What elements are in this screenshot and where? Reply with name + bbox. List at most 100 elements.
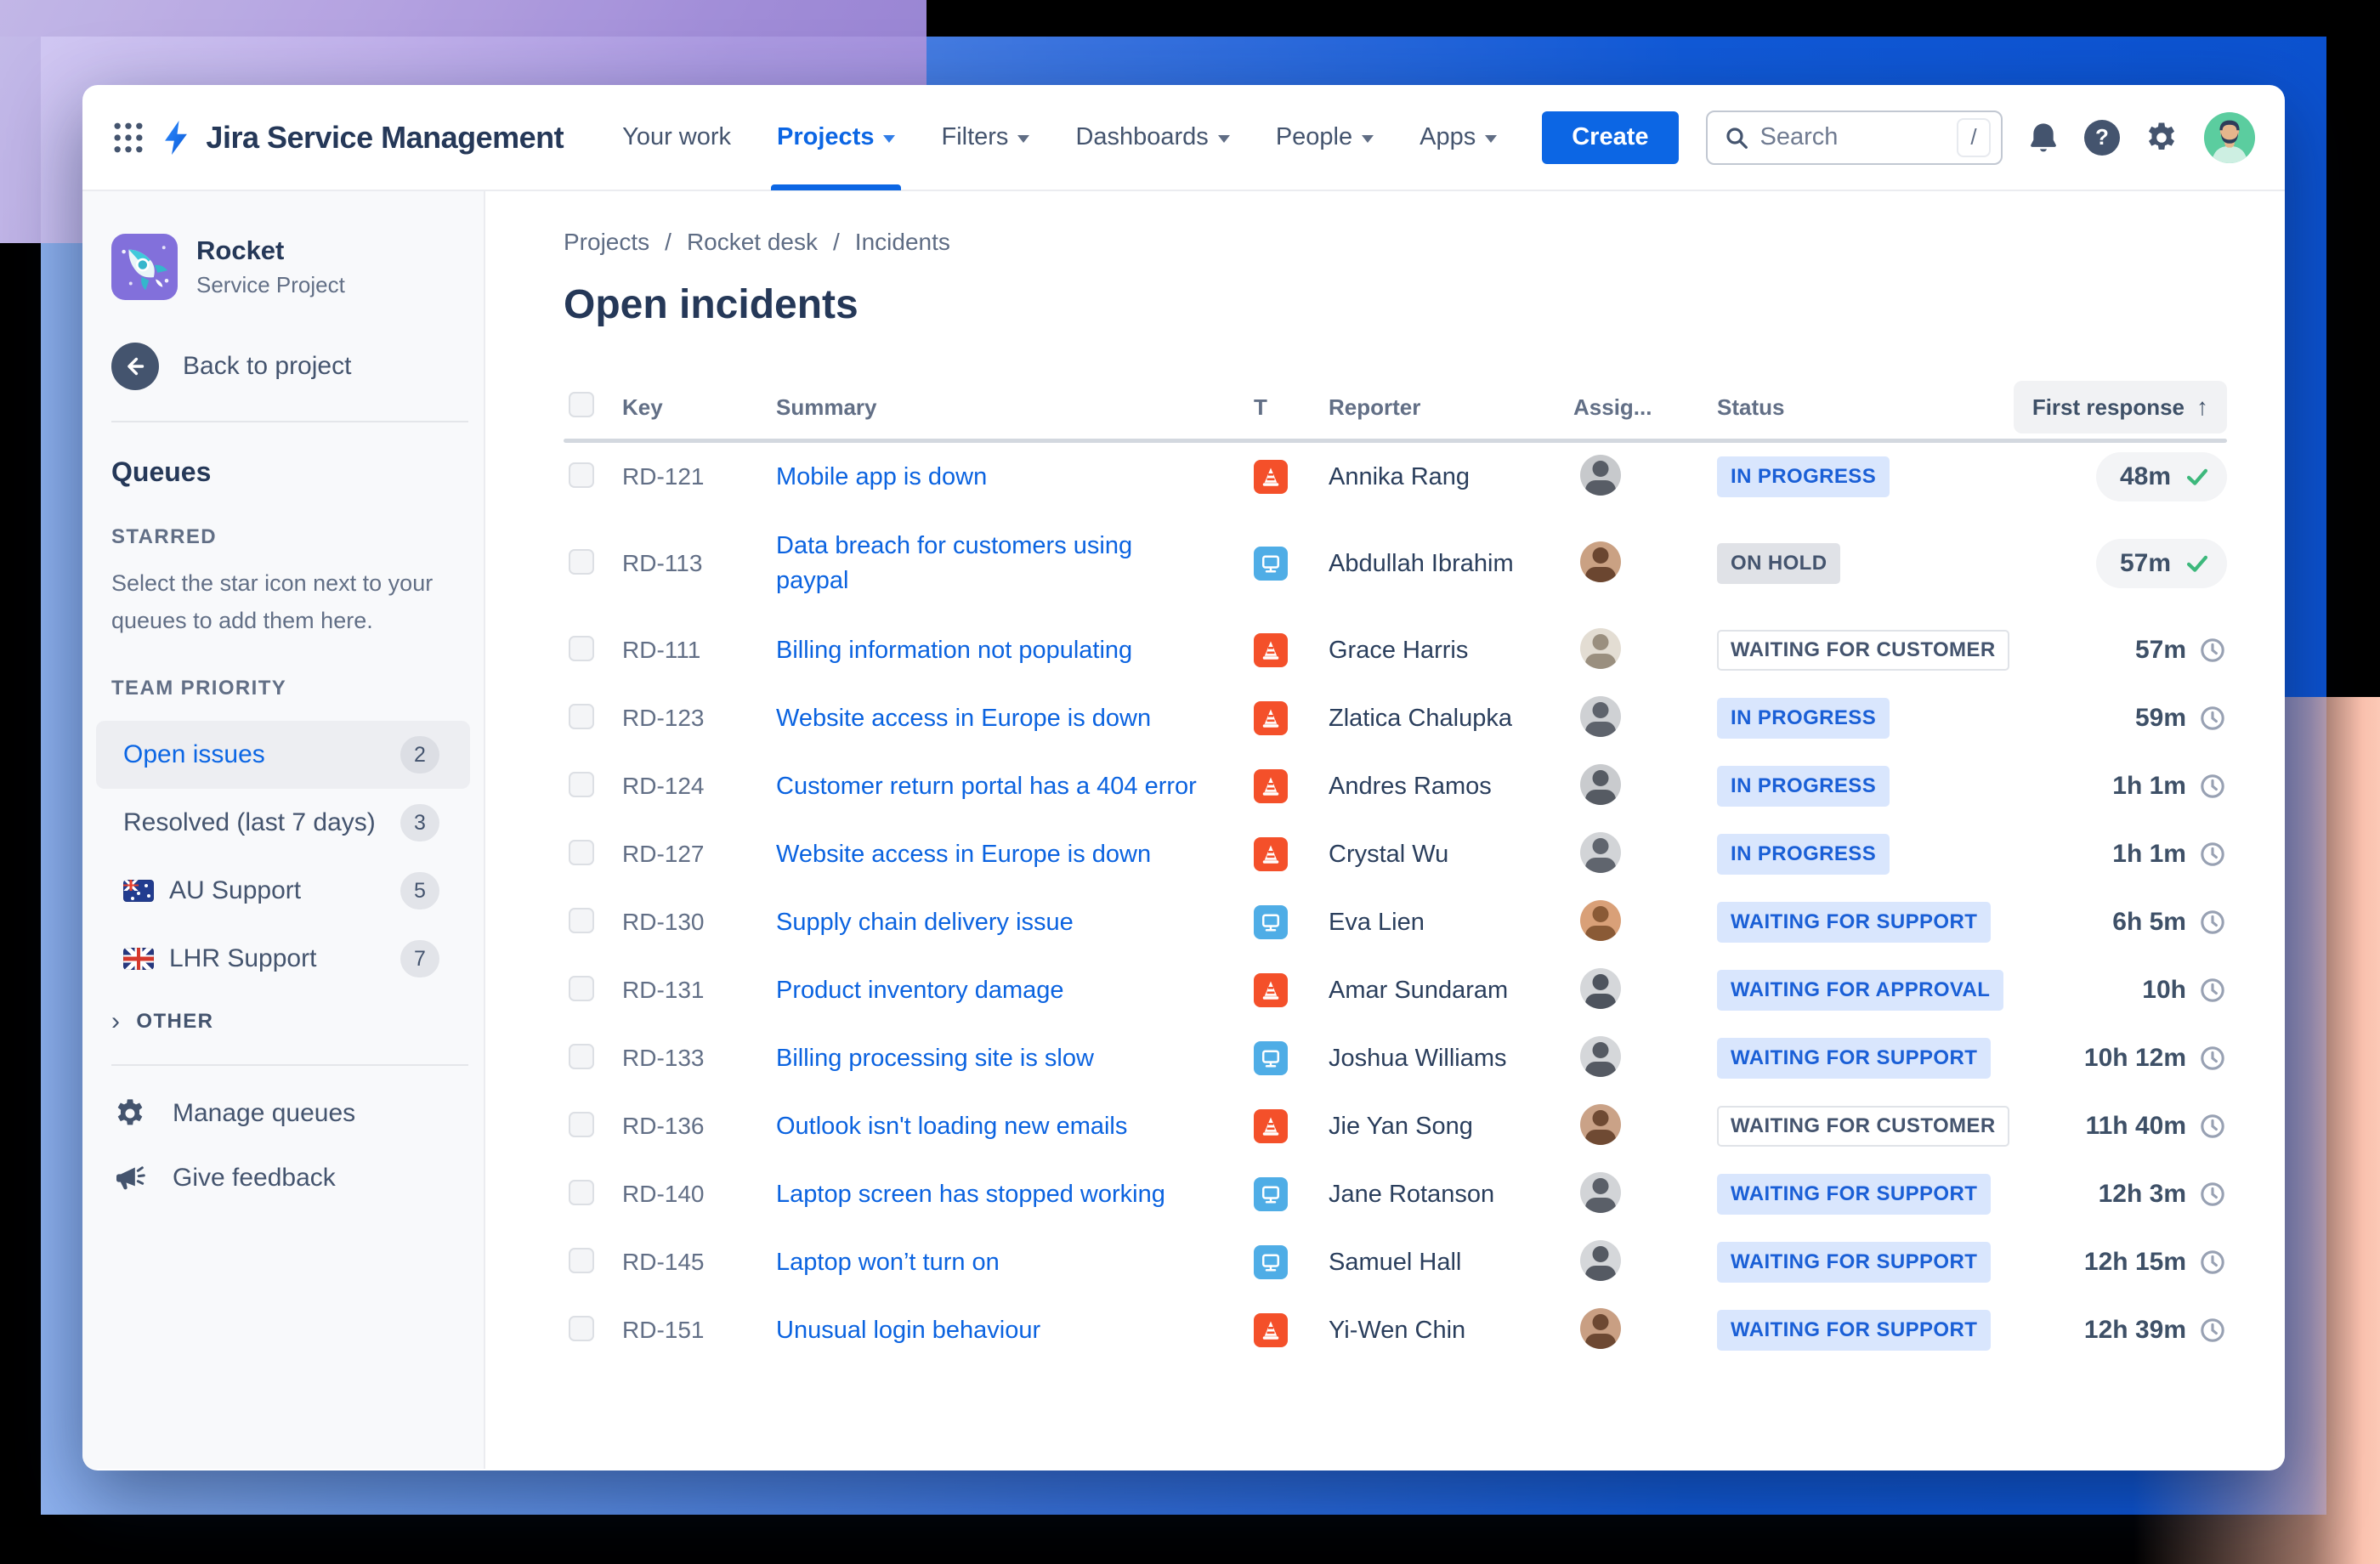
project-header: Rocket Service Project <box>111 234 468 300</box>
sidebar-item-open-issues[interactable]: Open issues 2 <box>96 721 470 789</box>
incident-cone-icon <box>1262 845 1279 864</box>
table-header-row: Key Summary T Reporter Assig... Status F… <box>564 376 2227 439</box>
issue-summary-link[interactable]: Product inventory damage <box>776 973 1064 1008</box>
table-row[interactable]: RD-136 Outlook isn't loading new emails … <box>564 1092 2227 1160</box>
issue-summary-link[interactable]: Mobile app is down <box>776 460 987 495</box>
search-shortcut-key: / <box>1957 117 1991 157</box>
breadcrumb-projects[interactable]: Projects <box>564 229 649 256</box>
breadcrumb-incidents[interactable]: Incidents <box>855 229 950 256</box>
first-response-time: 12h 3m <box>2098 1180 2186 1208</box>
assignee-avatar[interactable] <box>1580 1171 1621 1213</box>
assignee-avatar[interactable] <box>1580 1035 1621 1077</box>
table-row[interactable]: RD-145 Laptop won’t turn on Samuel Hall … <box>564 1228 2227 1296</box>
row-checkbox[interactable] <box>569 839 594 865</box>
row-checkbox[interactable] <box>569 1111 594 1137</box>
clock-icon <box>2201 842 2224 866</box>
assignee-avatar[interactable] <box>1580 541 1621 582</box>
table-row[interactable]: RD-121 Mobile app is down Annika Rang IN… <box>564 443 2227 511</box>
assignee-avatar[interactable] <box>1580 1307 1621 1349</box>
sort-ascending-icon: ↑ <box>2196 394 2208 420</box>
issue-summary-link[interactable]: Laptop screen has stopped working <box>776 1177 1165 1212</box>
search-input[interactable]: Search / <box>1705 110 2003 165</box>
app-switcher-icon[interactable] <box>108 116 148 160</box>
column-header-summary[interactable]: Summary <box>776 394 1254 421</box>
row-checkbox[interactable] <box>569 1043 594 1069</box>
issue-summary-link[interactable]: Data breach for customers using paypal <box>776 529 1142 598</box>
select-all-checkbox[interactable] <box>569 391 594 417</box>
notifications-bell-icon[interactable] <box>2026 121 2060 155</box>
issue-summary-link[interactable]: Supply chain delivery issue <box>776 905 1074 940</box>
issue-summary-link[interactable]: Website access in Europe is down <box>776 701 1151 736</box>
issue-summary-link[interactable]: Website access in Europe is down <box>776 837 1151 872</box>
service-request-monitor-icon <box>1262 1050 1279 1068</box>
nav-apps[interactable]: Apps <box>1397 85 1520 190</box>
assignee-avatar[interactable] <box>1580 454 1621 496</box>
table-row[interactable]: RD-140 Laptop screen has stopped working… <box>564 1160 2227 1228</box>
column-header-assignee[interactable]: Assig... <box>1573 394 1717 421</box>
assignee-avatar[interactable] <box>1580 1103 1621 1145</box>
row-checkbox[interactable] <box>569 703 594 729</box>
nav-projects[interactable]: Projects <box>754 85 918 190</box>
column-header-first-response[interactable]: First response ↑ <box>2013 381 2227 434</box>
assignee-avatar[interactable] <box>1580 831 1621 873</box>
table-row[interactable]: RD-151 Unusual login behaviour Yi-Wen Ch… <box>564 1296 2227 1364</box>
create-button[interactable]: Create <box>1542 110 1679 164</box>
column-header-type[interactable]: T <box>1254 394 1329 421</box>
settings-gear-icon[interactable] <box>2144 120 2179 156</box>
table-row[interactable]: RD-111 Billing information not populatin… <box>564 616 2227 684</box>
count-badge: 3 <box>400 804 439 842</box>
sidebar-item-other[interactable]: › OTHER <box>111 1009 468 1034</box>
sidebar-item-lhr-support[interactable]: LHR Support 7 <box>96 925 470 993</box>
issue-summary-link[interactable]: Outlook isn't loading new emails <box>776 1109 1127 1144</box>
reporter-name: Jane Rotanson <box>1329 1180 1495 1208</box>
table-row[interactable]: RD-124 Customer return portal has a 404 … <box>564 752 2227 820</box>
nav-filters[interactable]: Filters <box>918 85 1052 190</box>
table-row[interactable]: RD-133 Billing processing site is slow J… <box>564 1024 2227 1092</box>
table-row[interactable]: RD-130 Supply chain delivery issue Eva L… <box>564 888 2227 956</box>
nav-your-work[interactable]: Your work <box>599 85 754 190</box>
sidebar-item-resolved[interactable]: Resolved (last 7 days) 3 <box>96 789 470 857</box>
row-checkbox[interactable] <box>569 907 594 933</box>
user-avatar[interactable] <box>2203 111 2256 164</box>
gear-icon <box>111 1096 149 1130</box>
table-row[interactable]: RD-123 Website access in Europe is down … <box>564 684 2227 752</box>
row-checkbox[interactable] <box>569 462 594 488</box>
table-row[interactable]: RD-127 Website access in Europe is down … <box>564 820 2227 888</box>
assignee-avatar[interactable] <box>1580 899 1621 941</box>
row-checkbox[interactable] <box>569 635 594 661</box>
help-icon[interactable]: ? <box>2084 119 2120 156</box>
row-checkbox[interactable] <box>569 1315 594 1341</box>
first-response-time: 12h 39m <box>2083 1316 2186 1344</box>
breadcrumb-rocket-desk[interactable]: Rocket desk <box>687 229 818 256</box>
issue-summary-link[interactable]: Laptop won’t turn on <box>776 1245 1000 1280</box>
assignee-avatar[interactable] <box>1580 1239 1621 1281</box>
status-badge: WAITING FOR CUSTOMER <box>1717 1106 2009 1147</box>
sidebar-item-au-support[interactable]: AU Support 5 <box>96 857 470 925</box>
row-checkbox[interactable] <box>569 1179 594 1205</box>
assignee-avatar[interactable] <box>1580 627 1621 669</box>
nav-people[interactable]: People <box>1253 85 1397 190</box>
column-header-reporter[interactable]: Reporter <box>1329 394 1573 421</box>
row-checkbox[interactable] <box>569 771 594 797</box>
issue-summary-link[interactable]: Customer return portal has a 404 error <box>776 769 1197 804</box>
assignee-avatar[interactable] <box>1580 695 1621 737</box>
issue-summary-link[interactable]: Billing information not populating <box>776 633 1132 668</box>
assignee-avatar[interactable] <box>1580 967 1621 1009</box>
row-checkbox[interactable] <box>569 975 594 1001</box>
row-checkbox[interactable] <box>569 548 594 575</box>
column-header-key[interactable]: Key <box>622 394 776 421</box>
issue-summary-link[interactable]: Unusual login behaviour <box>776 1313 1040 1348</box>
row-checkbox[interactable] <box>569 1247 594 1273</box>
back-to-project-button[interactable]: Back to project <box>111 343 468 390</box>
manage-queues-button[interactable]: Manage queues <box>111 1096 468 1130</box>
nav-icon-group: ? <box>2026 111 2256 164</box>
give-feedback-button[interactable]: Give feedback <box>111 1161 468 1195</box>
assignee-avatar[interactable] <box>1580 763 1621 805</box>
table-row[interactable]: RD-131 Product inventory damage Amar Sun… <box>564 956 2227 1024</box>
nav-dashboards[interactable]: Dashboards <box>1052 85 1252 190</box>
issue-type-icon <box>1254 1109 1288 1143</box>
jira-logo[interactable]: Jira Service Management <box>156 118 564 157</box>
column-header-status[interactable]: Status <box>1717 394 1998 421</box>
table-row[interactable]: RD-113 Data breach for customers using p… <box>564 511 2227 616</box>
issue-summary-link[interactable]: Billing processing site is slow <box>776 1041 1094 1076</box>
